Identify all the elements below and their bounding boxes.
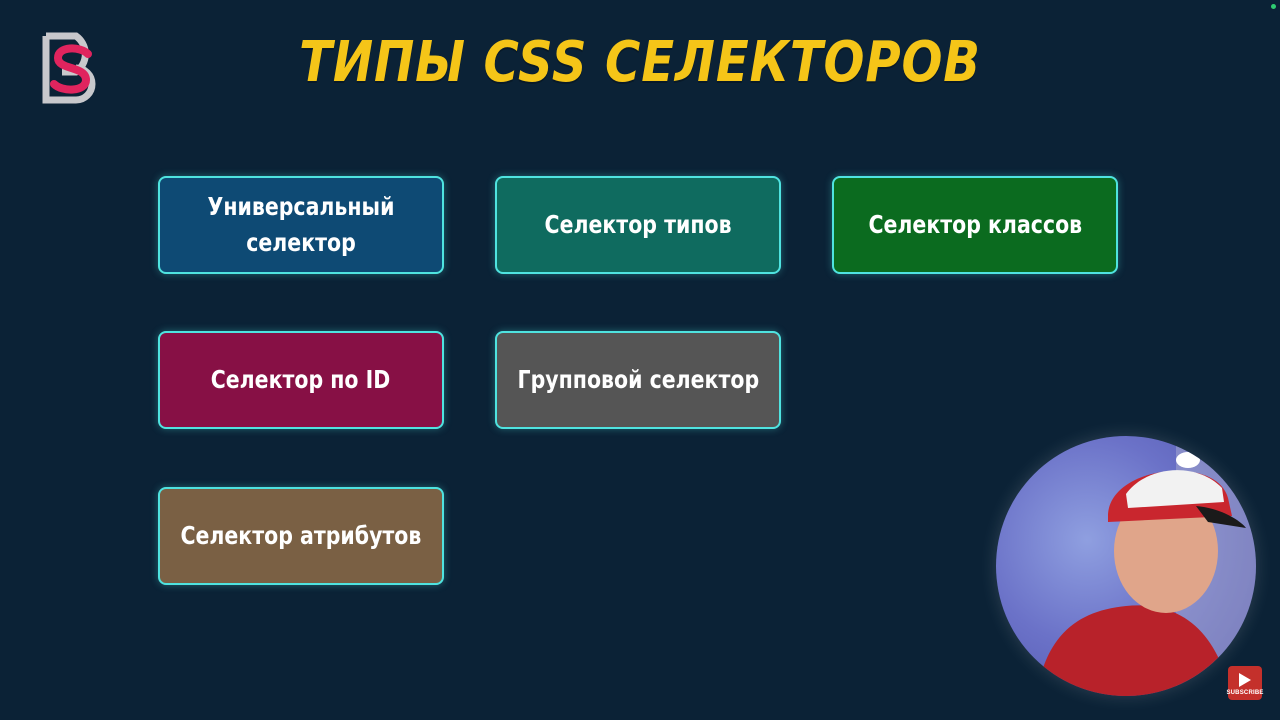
play-icon xyxy=(1239,672,1251,687)
card-id-selector: Селектор по ID xyxy=(158,331,444,429)
card-label: Селектор по ID xyxy=(211,364,391,394)
card-label: Селектор типов xyxy=(544,209,732,239)
subscribe-button[interactable]: SUBSCRIBE xyxy=(1226,666,1264,700)
card-label: Селектор атрибутов xyxy=(180,520,422,550)
card-type-selector: Селектор типов xyxy=(495,176,781,274)
card-class-selector: Селектор классов xyxy=(832,176,1118,274)
page-title: ТИПЫ CSS СЕЛЕКТОРОВ xyxy=(299,30,981,95)
card-label: Групповой селектор xyxy=(517,364,759,394)
card-group-selector: Групповой селектор xyxy=(495,331,781,429)
card-label: Универсальный селектор xyxy=(207,191,395,257)
card-attribute-selector: Селектор атрибутов xyxy=(158,487,444,585)
subscribe-label: SUBSCRIBE xyxy=(1226,689,1264,696)
status-dot xyxy=(1271,4,1276,9)
card-label: Селектор классов xyxy=(868,209,1082,239)
presenter-webcam xyxy=(996,436,1256,696)
card-universal-selector: Универсальный селектор xyxy=(158,176,444,274)
